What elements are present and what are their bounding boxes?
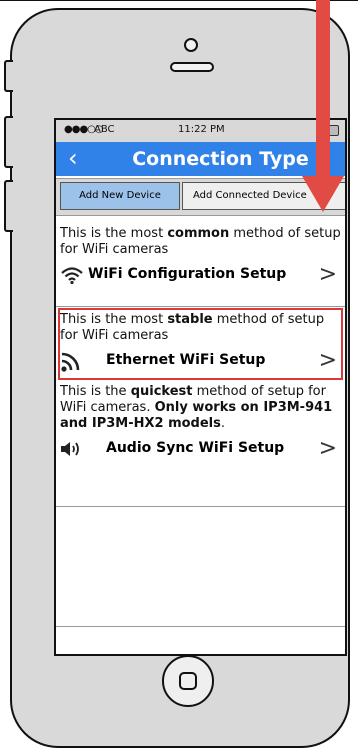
home-button[interactable]	[162, 655, 214, 707]
status-bar: ●●●○○ ABC 11:22 PM	[56, 120, 345, 142]
volume-down-button	[4, 180, 13, 232]
option-label: WiFi Configuration Setup	[88, 266, 287, 282]
divider	[56, 306, 345, 307]
wifi-icon	[61, 267, 83, 284]
highlight-box	[58, 308, 343, 380]
tab-add-new-device[interactable]: Add New Device	[60, 182, 180, 210]
page-title: Connection Type	[132, 148, 309, 170]
annotation-arrow-head	[302, 176, 344, 212]
option-audio-sync[interactable]: This is the quickest method of setup for…	[60, 384, 343, 462]
carrier-name: ABC	[94, 124, 115, 135]
mute-switch	[4, 60, 13, 92]
speaker-icon	[61, 442, 79, 456]
divider	[56, 626, 345, 627]
earpiece-speaker	[170, 62, 214, 72]
divider	[56, 506, 345, 507]
home-square-icon	[179, 672, 197, 690]
front-camera	[184, 38, 198, 52]
nav-bar: ‹ Connection Type	[56, 142, 345, 176]
top-edge-line	[0, 0, 358, 1]
chevron-right-icon: >	[318, 436, 337, 461]
option-label: Audio Sync WiFi Setup	[106, 440, 285, 456]
option-description: This is the most common method of setup …	[60, 226, 341, 257]
phone-frame: ●●●○○ ABC 11:22 PM ‹ Connection Type Add…	[10, 8, 350, 748]
option-row[interactable]: Audio Sync WiFi Setup >	[60, 436, 343, 462]
volume-up-button	[4, 116, 13, 168]
option-description: This is the quickest method of setup for…	[60, 384, 333, 431]
status-time: 11:22 PM	[178, 124, 225, 135]
chevron-left-icon[interactable]: ‹	[68, 145, 78, 171]
chevron-right-icon: >	[318, 262, 337, 287]
option-wifi-configuration[interactable]: This is the most common method of setup …	[60, 226, 343, 288]
annotation-arrow	[316, 0, 330, 178]
option-row[interactable]: WiFi Configuration Setup >	[60, 262, 343, 288]
